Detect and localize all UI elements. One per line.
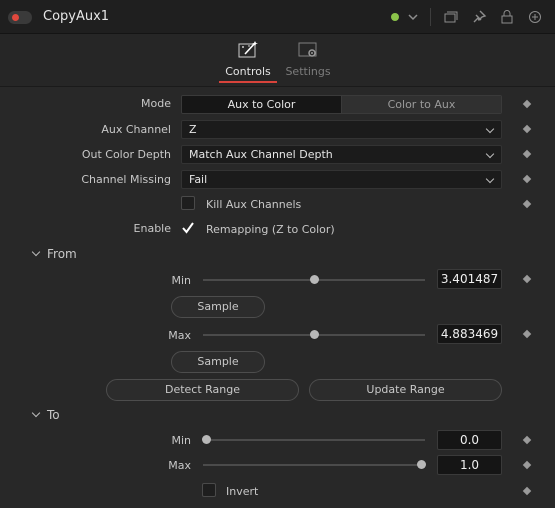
- out-color-depth-label: Out Color Depth: [81, 148, 171, 161]
- from-max-input[interactable]: 4.883469: [437, 324, 502, 344]
- remapping-label: Remapping (Z to Color): [206, 223, 335, 236]
- detect-range-button[interactable]: Detect Range: [106, 379, 299, 401]
- channel-missing-dropdown[interactable]: Fail: [181, 170, 502, 189]
- chevron-down-icon: [485, 149, 495, 159]
- update-range-button[interactable]: Update Range: [309, 379, 502, 401]
- sample-max-button[interactable]: Sample: [171, 351, 265, 373]
- chevron-down-icon[interactable]: [405, 9, 421, 25]
- pin-icon[interactable]: [471, 9, 487, 25]
- to-min-slider-track[interactable]: [203, 439, 425, 441]
- sample-min-button[interactable]: Sample: [171, 296, 265, 318]
- toggle-knob: [12, 14, 19, 21]
- aux-to-color-button[interactable]: Aux to Color: [182, 96, 341, 113]
- from-min-slider-thumb[interactable]: [310, 275, 319, 284]
- mode-label: Mode: [141, 97, 171, 110]
- from-section-header[interactable]: From: [30, 247, 77, 261]
- node-color-dot[interactable]: [391, 13, 399, 21]
- from-min-input[interactable]: 3.401487: [437, 269, 502, 289]
- dropdown-value: Match Aux Channel Depth: [189, 148, 333, 161]
- from-max-label: Max: [168, 329, 191, 342]
- versions-icon[interactable]: [443, 9, 459, 25]
- chevron-down-icon: [485, 124, 495, 134]
- section-title: To: [47, 408, 60, 422]
- from-max-slider-thumb[interactable]: [310, 330, 319, 339]
- reset-icon[interactable]: [527, 9, 543, 25]
- dropdown-value: Fail: [189, 173, 208, 186]
- color-to-aux-button[interactable]: Color to Aux: [341, 96, 501, 113]
- collapse-chevron-icon: [31, 408, 41, 418]
- keyframe-diamond-icon[interactable]: [522, 460, 532, 470]
- keyframe-diamond-icon[interactable]: [522, 174, 532, 184]
- keyframe-diamond-icon[interactable]: [522, 99, 532, 109]
- kill-aux-channels-checkbox[interactable]: [181, 196, 195, 210]
- to-max-input[interactable]: 1.0: [437, 455, 502, 475]
- out-color-depth-dropdown[interactable]: Match Aux Channel Depth: [181, 145, 502, 164]
- keyframe-diamond-icon[interactable]: [522, 486, 532, 496]
- to-min-label: Min: [171, 434, 191, 447]
- node-title: CopyAux1: [43, 9, 110, 24]
- to-min-slider-thumb[interactable]: [202, 435, 211, 444]
- lock-icon[interactable]: [499, 9, 515, 25]
- aux-channel-label: Aux Channel: [101, 123, 171, 136]
- section-title: From: [47, 247, 77, 261]
- to-max-slider-track[interactable]: [203, 464, 425, 466]
- to-max-slider-thumb[interactable]: [417, 460, 426, 469]
- chevron-down-icon: [485, 174, 495, 184]
- channel-missing-label: Channel Missing: [81, 173, 171, 186]
- aux-channel-dropdown[interactable]: Z: [181, 120, 502, 139]
- keyframe-diamond-icon[interactable]: [522, 149, 532, 159]
- keyframe-diamond-icon[interactable]: [522, 274, 532, 284]
- tab-label: Controls: [225, 65, 271, 78]
- gear-screen-icon: [295, 40, 321, 60]
- collapse-chevron-icon: [31, 247, 41, 257]
- tab-label: Settings: [285, 65, 331, 78]
- node-enable-toggle[interactable]: [8, 11, 32, 24]
- enable-label: Enable: [133, 222, 171, 235]
- tab-controls[interactable]: Controls: [218, 40, 278, 84]
- invert-checkbox[interactable]: [202, 483, 216, 497]
- from-min-label: Min: [171, 274, 191, 287]
- header-separator: [430, 8, 431, 26]
- kill-aux-channels-label: Kill Aux Channels: [206, 198, 302, 211]
- dropdown-value: Z: [189, 123, 197, 136]
- to-section-header[interactable]: To: [30, 408, 60, 422]
- node-header: CopyAux1: [0, 0, 555, 34]
- to-max-label: Max: [168, 459, 191, 472]
- tab-settings[interactable]: Settings: [278, 40, 338, 84]
- to-min-input[interactable]: 0.0: [437, 430, 502, 450]
- invert-label: Invert: [226, 485, 259, 498]
- remapping-checkbox[interactable]: [181, 221, 195, 235]
- wand-icon: [235, 40, 261, 60]
- keyframe-diamond-icon[interactable]: [522, 329, 532, 339]
- active-tab-indicator: [219, 81, 277, 83]
- keyframe-diamond-icon[interactable]: [522, 124, 532, 134]
- keyframe-diamond-icon[interactable]: [522, 199, 532, 209]
- mode-button-group: Aux to Color Color to Aux: [181, 95, 502, 114]
- inspector-tabs: Controls Settings: [0, 34, 555, 87]
- keyframe-diamond-icon[interactable]: [522, 435, 532, 445]
